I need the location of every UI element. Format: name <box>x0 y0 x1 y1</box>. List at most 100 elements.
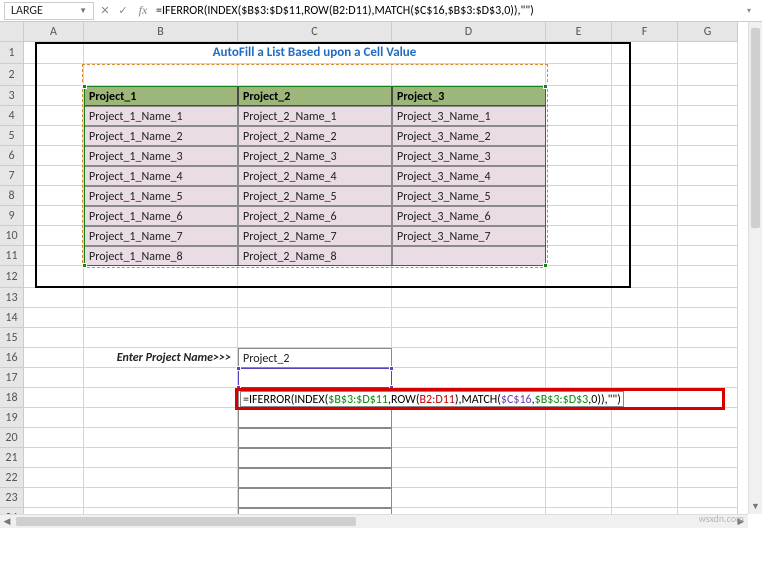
cell[interactable] <box>678 126 738 146</box>
table-cell[interactable]: Project_1_Name_8 <box>84 246 238 266</box>
table-header[interactable]: Project_1 <box>84 86 238 106</box>
table-cell[interactable]: Project_2_Name_2 <box>238 126 392 146</box>
cell[interactable] <box>546 448 612 468</box>
row-header[interactable]: 14 <box>0 308 24 328</box>
cell[interactable] <box>24 348 84 368</box>
cell[interactable] <box>392 448 546 468</box>
cell[interactable] <box>24 126 84 146</box>
cell[interactable] <box>24 488 84 508</box>
cell[interactable] <box>612 266 678 288</box>
cell[interactable] <box>392 328 546 348</box>
table-cell[interactable] <box>392 246 546 266</box>
row-header[interactable]: 17 <box>0 368 24 388</box>
cell[interactable] <box>546 64 612 86</box>
cell[interactable] <box>84 64 238 86</box>
cell[interactable] <box>612 288 678 308</box>
scroll-left-icon[interactable]: ◀ <box>0 515 14 528</box>
cell[interactable] <box>612 186 678 206</box>
cell[interactable] <box>678 368 738 388</box>
row-header[interactable]: 22 <box>0 468 24 488</box>
cell[interactable] <box>612 348 678 368</box>
row-header[interactable]: 20 <box>0 428 24 448</box>
cell[interactable] <box>678 206 738 226</box>
cell[interactable] <box>24 368 84 388</box>
spill-cell[interactable] <box>238 488 392 508</box>
table-cell[interactable]: Project_3_Name_1 <box>392 106 546 126</box>
formula-input[interactable] <box>156 4 736 18</box>
cell[interactable] <box>392 408 546 428</box>
cell[interactable] <box>392 288 546 308</box>
cell[interactable] <box>546 226 612 246</box>
cell[interactable] <box>24 206 84 226</box>
cell[interactable] <box>24 146 84 166</box>
row-header[interactable]: 12 <box>0 266 24 288</box>
cell[interactable] <box>84 266 238 288</box>
table-cell[interactable]: Project_1_Name_7 <box>84 226 238 246</box>
cell[interactable] <box>24 166 84 186</box>
cell[interactable] <box>678 186 738 206</box>
cell[interactable] <box>24 408 84 428</box>
scrollbar-thumb[interactable] <box>16 517 356 526</box>
cell[interactable] <box>24 246 84 266</box>
cell[interactable] <box>678 266 738 288</box>
cell[interactable] <box>546 488 612 508</box>
table-cell[interactable]: Project_1_Name_6 <box>84 206 238 226</box>
cell[interactable] <box>546 42 612 64</box>
cell[interactable] <box>678 86 738 106</box>
spill-cell[interactable] <box>238 448 392 468</box>
cell[interactable] <box>612 206 678 226</box>
cell[interactable] <box>612 246 678 266</box>
cell[interactable] <box>612 166 678 186</box>
cell[interactable] <box>612 42 678 64</box>
cell[interactable] <box>546 106 612 126</box>
table-header[interactable]: Project_2 <box>238 86 392 106</box>
vertical-scrollbar[interactable]: ▼ <box>748 22 762 514</box>
cell[interactable] <box>84 328 238 348</box>
table-cell[interactable]: Project_3_Name_6 <box>392 206 546 226</box>
table-cell[interactable]: Project_3_Name_5 <box>392 186 546 206</box>
cell[interactable] <box>678 226 738 246</box>
cell[interactable] <box>392 428 546 448</box>
row-header[interactable]: 4 <box>0 106 24 126</box>
cell[interactable] <box>678 146 738 166</box>
page-title[interactable]: AutoFill a List Based upon a Cell Value <box>84 42 546 64</box>
row-header[interactable]: 15 <box>0 328 24 348</box>
cell[interactable] <box>84 308 238 328</box>
table-cell[interactable]: Project_1_Name_1 <box>84 106 238 126</box>
spill-cell[interactable] <box>238 408 392 428</box>
expand-formula-bar-icon[interactable]: ▾ <box>740 6 758 16</box>
cell[interactable] <box>392 308 546 328</box>
row-header[interactable]: 6 <box>0 146 24 166</box>
cell[interactable] <box>678 288 738 308</box>
row-header[interactable]: 9 <box>0 206 24 226</box>
cell[interactable] <box>678 488 738 508</box>
table-cell[interactable]: Project_1_Name_2 <box>84 126 238 146</box>
row-header[interactable]: 3 <box>0 86 24 106</box>
cell[interactable] <box>24 266 84 288</box>
col-header[interactable]: E <box>546 22 612 42</box>
spill-cell[interactable] <box>238 468 392 488</box>
cell[interactable] <box>678 64 738 86</box>
cell[interactable] <box>678 388 738 408</box>
select-all[interactable] <box>0 22 24 42</box>
table-cell[interactable]: Project_3_Name_2 <box>392 126 546 146</box>
cell[interactable] <box>546 86 612 106</box>
cell[interactable] <box>612 146 678 166</box>
cell[interactable] <box>84 468 238 488</box>
row-header[interactable]: 21 <box>0 448 24 468</box>
table-cell[interactable]: Project_3_Name_7 <box>392 226 546 246</box>
enter-icon[interactable]: ✓ <box>116 2 130 20</box>
cell[interactable] <box>678 328 738 348</box>
cell[interactable] <box>678 308 738 328</box>
cell[interactable] <box>612 468 678 488</box>
cell[interactable] <box>546 246 612 266</box>
name-box[interactable]: LARGE ▼ <box>4 2 94 20</box>
cell[interactable] <box>24 86 84 106</box>
cell[interactable] <box>24 106 84 126</box>
row-header[interactable]: 2 <box>0 64 24 86</box>
table-header[interactable]: Project_3 <box>392 86 546 106</box>
cell[interactable] <box>612 64 678 86</box>
cell[interactable] <box>238 266 392 288</box>
spreadsheet-grid[interactable]: A B C D E F G 1 AutoFill a List Based up… <box>0 22 762 528</box>
spill-cell[interactable] <box>238 368 392 388</box>
